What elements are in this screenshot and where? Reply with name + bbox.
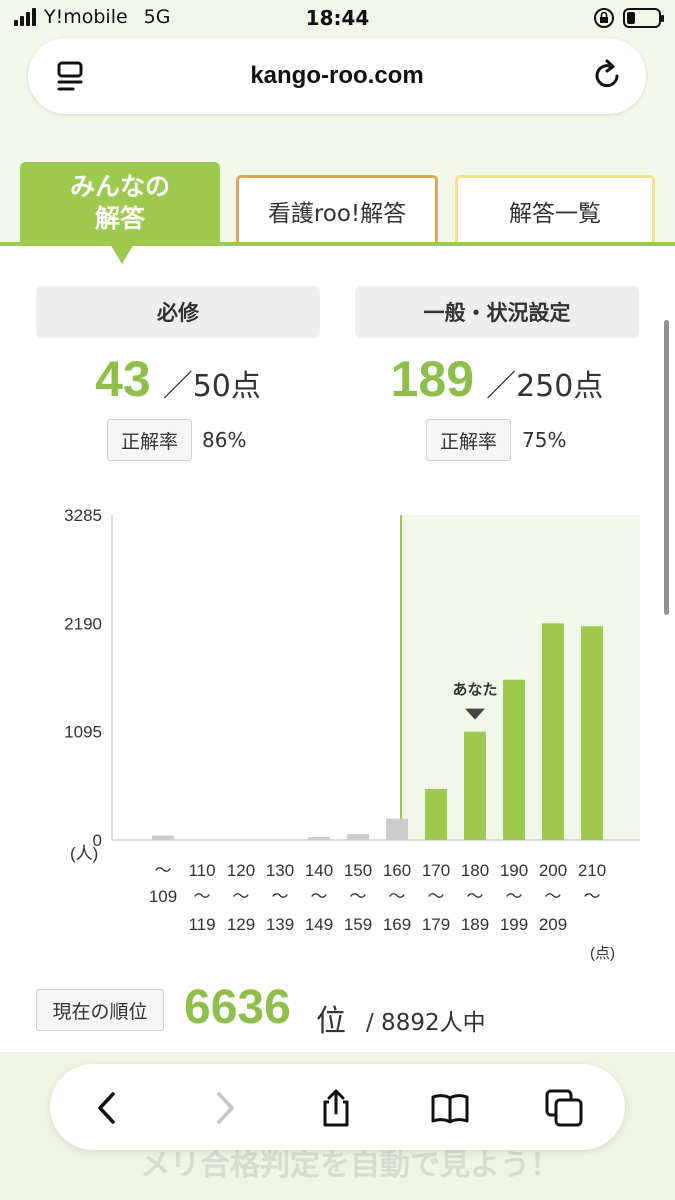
tab-label: みんなの 解答 bbox=[69, 172, 170, 233]
y-tick-label: 2190 bbox=[64, 614, 102, 633]
bar-170〜179 bbox=[425, 789, 447, 840]
x-tick-label: 〜 bbox=[389, 887, 406, 906]
x-axis-unit: (点) bbox=[590, 945, 615, 962]
orientation-lock-icon bbox=[594, 8, 614, 28]
ippan-title: 一般・状況設定 bbox=[355, 286, 639, 338]
ippan-title-text: 一般・状況設定 bbox=[423, 301, 571, 325]
x-tick-label: 180 bbox=[461, 861, 489, 880]
bar-180〜189 bbox=[464, 731, 486, 840]
x-tick-label: 189 bbox=[461, 915, 489, 934]
tabs-icon[interactable] bbox=[544, 1088, 584, 1128]
ippan-rate-value: 75% bbox=[522, 428, 567, 452]
ippan-score: 189 ／250点 bbox=[355, 350, 639, 408]
y-axis-unit: (人) bbox=[70, 844, 98, 863]
x-tick-label: 〜 bbox=[584, 887, 601, 906]
status-time: 18:44 bbox=[305, 6, 370, 30]
x-tick-label: 129 bbox=[227, 915, 255, 934]
x-tick-label: 109 bbox=[149, 887, 177, 906]
x-tick-label: 130 bbox=[266, 861, 294, 880]
bar-150〜159 bbox=[347, 834, 369, 840]
tab-answer-list[interactable]: 解答一覧 bbox=[455, 175, 655, 243]
x-tick-label: 110 bbox=[188, 861, 215, 880]
hisshu-rate-label: 正解率 bbox=[107, 419, 192, 461]
x-tick-label: 170 bbox=[422, 861, 450, 880]
x-tick-label: 119 bbox=[188, 915, 215, 934]
rank-value: 6636 bbox=[184, 981, 291, 1034]
y-tick-label: 3285 bbox=[64, 506, 102, 525]
x-tick-label: 〜 bbox=[545, 887, 562, 906]
y-tick-label: 1095 bbox=[64, 723, 102, 742]
forward-icon[interactable] bbox=[204, 1088, 244, 1128]
tab-underline bbox=[0, 242, 675, 246]
x-tick-label: 169 bbox=[383, 915, 411, 934]
back-icon[interactable] bbox=[88, 1088, 128, 1128]
x-tick-label: 210 bbox=[578, 861, 606, 880]
x-tick-label: 190 bbox=[500, 861, 528, 880]
x-tick-label: 〜 bbox=[311, 887, 328, 906]
tab-everyone-answers[interactable]: みんなの 解答 bbox=[20, 162, 220, 264]
bar-160〜169 bbox=[386, 818, 408, 840]
x-tick-label: 〜 bbox=[467, 887, 484, 906]
x-tick-label: 200 bbox=[539, 861, 567, 880]
x-tick-label: 149 bbox=[305, 915, 333, 934]
battery-level bbox=[627, 12, 635, 24]
status-bar: Y!mobile 5G 18:44 bbox=[0, 0, 675, 36]
address-bar[interactable]: kango-roo.com bbox=[28, 38, 646, 114]
status-right bbox=[593, 7, 664, 29]
bar-190〜199 bbox=[503, 679, 525, 840]
x-tick-label: 〜 bbox=[350, 887, 367, 906]
x-tick-label: 〜 bbox=[155, 861, 172, 880]
hisshu-title-text: 必修 bbox=[157, 301, 199, 325]
rank-unit: 位 bbox=[316, 1004, 346, 1039]
url-text[interactable]: kango-roo.com bbox=[28, 62, 646, 90]
bookmarks-icon[interactable] bbox=[430, 1088, 470, 1128]
x-tick-label: 120 bbox=[227, 861, 255, 880]
x-tick-label: 160 bbox=[383, 861, 411, 880]
x-tick-label: 140 bbox=[305, 861, 333, 880]
bar-210〜 bbox=[581, 626, 603, 840]
hisshu-score-value: 43 bbox=[95, 351, 151, 407]
x-tick-label: 〜 bbox=[506, 887, 523, 906]
x-tick-label: 159 bbox=[344, 915, 372, 934]
browser-header: kango-roo.com bbox=[0, 36, 675, 128]
bar-〜109 bbox=[152, 835, 174, 840]
ippan-score-total: ／250点 bbox=[486, 369, 604, 404]
battery-icon bbox=[623, 8, 664, 28]
x-tick-label: 209 bbox=[539, 915, 567, 934]
x-tick-label: 150 bbox=[344, 861, 372, 880]
scroll-indicator[interactable] bbox=[664, 320, 669, 615]
bar-200〜209 bbox=[542, 623, 564, 840]
x-tick-label: 199 bbox=[500, 915, 528, 934]
browser-toolbar bbox=[50, 1064, 625, 1150]
rate-label-text: 正解率 bbox=[439, 430, 497, 453]
bar-140〜149 bbox=[308, 837, 330, 840]
x-tick-label: 179 bbox=[422, 915, 450, 934]
tab-label: 看護roo!解答 bbox=[267, 200, 407, 227]
reload-icon[interactable] bbox=[590, 58, 624, 92]
hisshu-rate-value: 86% bbox=[202, 428, 247, 452]
x-tick-label: 〜 bbox=[194, 887, 211, 906]
rate-label-text: 正解率 bbox=[120, 430, 178, 453]
share-icon[interactable] bbox=[316, 1088, 356, 1128]
tab-label: 解答一覧 bbox=[509, 200, 601, 227]
rank-label-text: 現在の順位 bbox=[52, 1000, 148, 1023]
hisshu-score-total: ／50点 bbox=[162, 369, 261, 404]
x-tick-label: 〜 bbox=[272, 887, 289, 906]
x-tick-label: 139 bbox=[266, 915, 294, 934]
rank-label: 現在の順位 bbox=[36, 989, 164, 1031]
hisshu-title: 必修 bbox=[36, 286, 320, 338]
hisshu-score: 43 ／50点 bbox=[36, 350, 320, 408]
ippan-rate-label: 正解率 bbox=[426, 419, 511, 461]
chart-svg: 3285219010950(人)〜109110〜119120〜129130〜13… bbox=[64, 506, 640, 962]
tab-kango-roo-answers[interactable]: 看護roo!解答 bbox=[236, 175, 438, 243]
score-distribution-chart: 3285 2190 1095 0 (人) 〜 109 110 〜 119 120 〜 129 130 〜 13… bbox=[0, 500, 675, 980]
you-marker-label: あなた bbox=[452, 682, 497, 699]
x-tick-label: 〜 bbox=[428, 887, 445, 906]
rank-total: / 8892人中 bbox=[366, 1010, 486, 1036]
x-tick-label: 〜 bbox=[233, 887, 250, 906]
ippan-score-value: 189 bbox=[390, 351, 475, 407]
